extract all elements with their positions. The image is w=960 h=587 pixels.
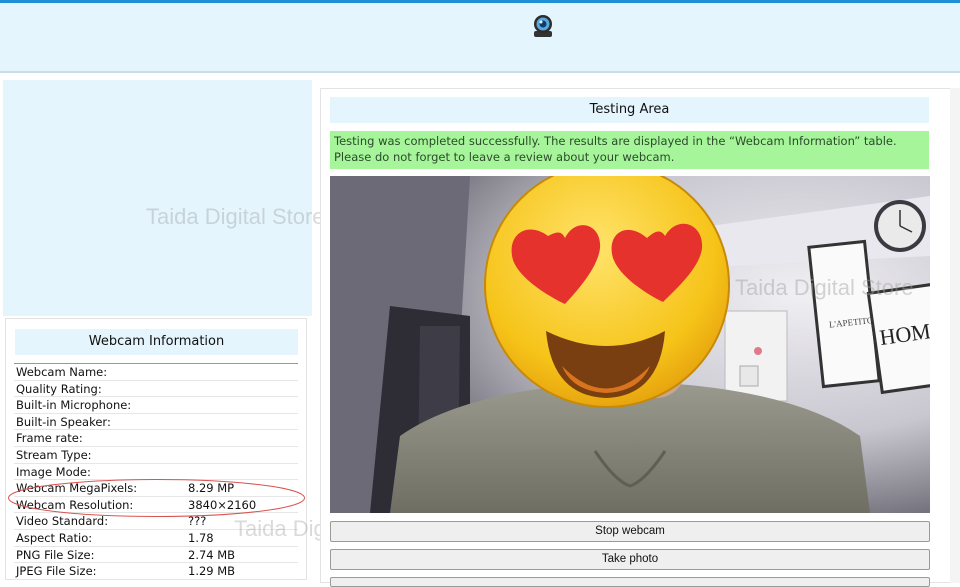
take-photo-button[interactable]: Take photo — [330, 549, 930, 570]
webcam-information-panel: Webcam Information Webcam Name: Quality … — [5, 318, 307, 580]
webcam-video-preview: L'APETITO HOM — [330, 176, 930, 513]
row-key: Webcam Name: — [16, 365, 108, 379]
row-key: Built-in Speaker: — [16, 414, 111, 429]
row-value: 1.78 — [188, 530, 214, 545]
panel-title: Webcam Information — [15, 329, 298, 355]
testing-area-panel: Testing Area Testing was completed succe… — [320, 88, 960, 587]
partial-button[interactable] — [330, 577, 930, 587]
table-row: Quality Rating: — [14, 381, 298, 398]
info-table: Webcam Name: Quality Rating: Built-in Mi… — [14, 363, 298, 580]
side-strip — [950, 88, 960, 583]
table-row: Webcam Name: — [14, 364, 298, 381]
table-row: Stream Type: — [14, 447, 298, 464]
highlight-ellipse — [8, 479, 305, 517]
ad-placeholder — [3, 80, 312, 316]
row-value: 1.29 MB — [188, 564, 236, 579]
wall-shelf — [724, 310, 788, 402]
success-message: Testing was completed successfully. The … — [330, 131, 929, 169]
row-key: Aspect Ratio: — [16, 530, 93, 545]
row-key: Stream Type: — [16, 447, 92, 462]
table-row: Aspect Ratio: 1.78 — [14, 530, 298, 547]
video-frame: L'APETITO HOM — [330, 176, 930, 513]
site-header — [0, 3, 960, 73]
table-row: Built-in Speaker: — [14, 414, 298, 431]
row-key: PNG File Size: — [16, 547, 95, 562]
webcam-icon[interactable] — [530, 13, 556, 39]
table-row: Frame rate: — [14, 430, 298, 447]
table-row: JPEG File Size: 1.29 MB — [14, 563, 298, 580]
row-key: JPEG File Size: — [16, 564, 97, 579]
table-row: PNG File Size: 2.74 MB — [14, 547, 298, 564]
row-value: 2.74 MB — [188, 547, 236, 562]
panel-title: Testing Area — [330, 97, 929, 123]
row-key: Frame rate: — [16, 431, 83, 446]
row-key: Built-in Microphone: — [16, 398, 132, 413]
row-key: Quality Rating: — [16, 381, 102, 396]
table-row: Built-in Microphone: — [14, 397, 298, 414]
stop-webcam-button[interactable]: Stop webcam — [330, 521, 930, 542]
